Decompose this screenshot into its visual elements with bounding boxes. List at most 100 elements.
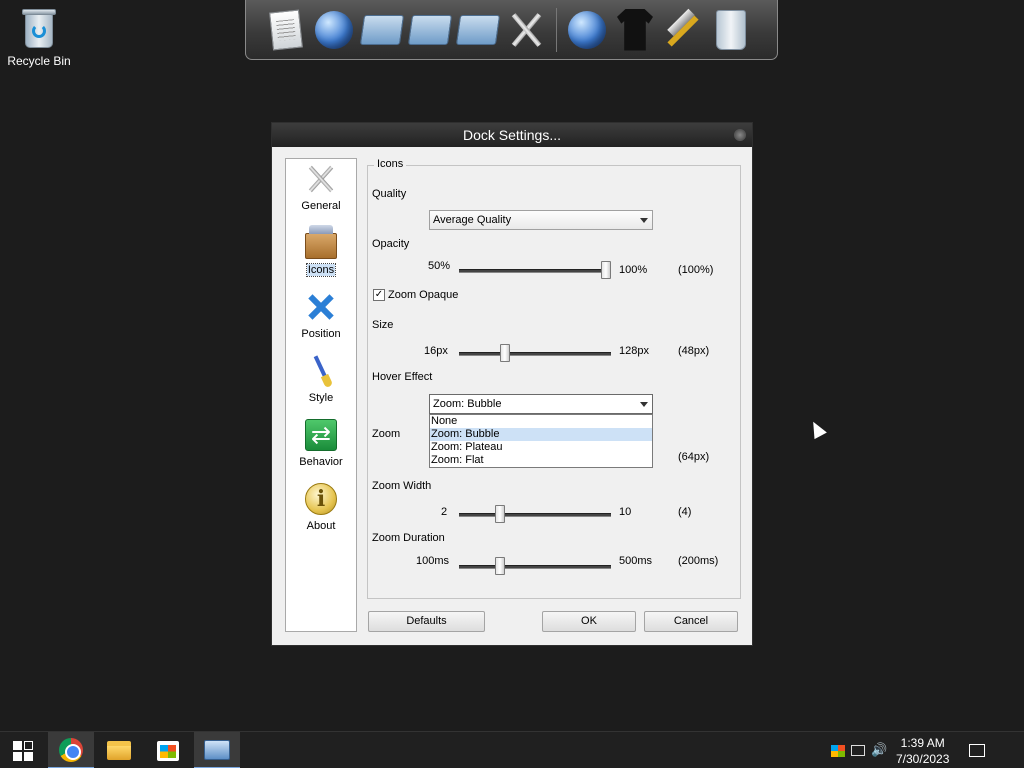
dock-settings-dialog: Dock Settings... General Icons Position … (271, 122, 753, 646)
globe-document-icon[interactable] (312, 5, 356, 55)
close-icon[interactable] (734, 129, 746, 141)
nav-item-general[interactable]: General (286, 159, 356, 223)
clock-time: 1:39 AM (900, 735, 945, 750)
hammer-icon[interactable] (661, 5, 705, 55)
defaults-button[interactable]: Defaults (368, 611, 485, 632)
size-max: 128px (619, 345, 649, 357)
zoom-width-slider-track[interactable] (459, 513, 611, 517)
settings-nav: General Icons Position Style Behavior Ab… (285, 158, 357, 632)
recycle-bin-dock-icon[interactable] (709, 5, 753, 55)
nav-label: Style (308, 392, 334, 404)
size-slider-thumb[interactable] (500, 344, 511, 362)
document-icon[interactable] (264, 5, 308, 55)
chrome-icon (59, 737, 83, 762)
paintbrush-icon (305, 355, 337, 387)
zoom-duration-label: Zoom Duration (372, 532, 445, 544)
remote-desktop-taskbar-button[interactable] (194, 732, 240, 768)
network-icon[interactable] (851, 745, 865, 756)
nav-item-behavior[interactable]: Behavior (286, 415, 356, 479)
clock[interactable]: 1:39 AM 7/30/2023 (896, 735, 949, 767)
hover-effect-value: Zoom: Bubble (433, 398, 502, 410)
size-label: Size (372, 319, 394, 331)
quality-select[interactable]: Average Quality (429, 210, 653, 230)
chrome-taskbar-button[interactable] (48, 732, 94, 768)
nav-label: Behavior (299, 456, 343, 468)
zoom-width-slider-thumb[interactable] (494, 505, 505, 523)
zoom-duration-current: (200ms) (678, 555, 719, 567)
nav-label: Position (301, 328, 341, 340)
tools-icon[interactable] (504, 5, 548, 55)
tshirt-icon[interactable] (613, 5, 657, 55)
zoom-current: (64px) (678, 451, 710, 463)
file-explorer-icon (107, 741, 131, 760)
clock-date: 7/30/2023 (896, 751, 950, 766)
recycle-bin-desktop-icon[interactable]: Recycle Bin (4, 6, 74, 68)
quality-value: Average Quality (433, 214, 512, 226)
music-folder-icon[interactable] (407, 5, 453, 55)
zoom-opaque-label: Zoom Opaque (388, 289, 459, 301)
nav-label: About (306, 520, 336, 532)
wrench-screwdriver-icon (305, 163, 337, 195)
arrows-cross-icon (305, 291, 337, 323)
nav-label: Icons (305, 263, 337, 277)
dropdown-option-zoom-plateau[interactable]: Zoom: Plateau (430, 441, 652, 454)
taskbar: 🔊 1:39 AM 7/30/2023 (0, 731, 1024, 768)
dock-bar (245, 0, 778, 60)
hover-effect-dropdown: None Zoom: Bubble Zoom: Plateau Zoom: Fl… (429, 414, 653, 468)
notifications-icon[interactable] (969, 744, 986, 757)
system-tray: 🔊 1:39 AM 7/30/2023 (828, 732, 986, 768)
remote-desktop-icon (204, 739, 230, 760)
opacity-min: 50% (428, 260, 451, 272)
internet-globe-icon[interactable] (565, 5, 609, 55)
dropdown-option-none[interactable]: None (430, 415, 652, 428)
zoom-duration-min: 100ms (416, 555, 450, 567)
nav-item-about[interactable]: About (286, 479, 356, 543)
checkmark-icon: ✓ (374, 289, 384, 300)
start-button[interactable] (0, 732, 46, 768)
zoom-label: Zoom (372, 428, 401, 440)
zoom-duration-slider-thumb[interactable] (494, 557, 505, 575)
hover-effect-label: Hover Effect (372, 371, 433, 383)
nav-item-position[interactable]: Position (286, 287, 356, 351)
size-current: (48px) (678, 345, 710, 357)
zoom-duration-max: 500ms (619, 555, 653, 567)
start-icon (13, 740, 33, 761)
folder-icon[interactable] (359, 5, 405, 55)
zoom-width-max: 10 (619, 506, 632, 518)
nav-label: General (301, 200, 341, 212)
box-icon (305, 225, 337, 259)
zoom-width-min: 2 (441, 506, 448, 518)
group-title: Icons (374, 158, 407, 170)
nav-item-style[interactable]: Style (286, 351, 356, 415)
size-min: 16px (424, 345, 448, 357)
cancel-button[interactable]: Cancel (644, 611, 738, 632)
quality-label: Quality (372, 188, 407, 200)
size-slider-track[interactable] (459, 352, 611, 356)
dialog-titlebar[interactable]: Dock Settings... (272, 123, 752, 147)
info-icon (305, 483, 337, 515)
mouse-cursor-icon (807, 418, 827, 440)
chevron-down-icon (640, 218, 648, 223)
zoom-width-current: (4) (678, 506, 692, 518)
volume-icon[interactable]: 🔊 (871, 743, 887, 758)
dropdown-option-zoom-bubble[interactable]: Zoom: Bubble (430, 428, 652, 441)
ok-button[interactable]: OK (542, 611, 636, 632)
pictures-folder-icon[interactable] (455, 5, 501, 55)
hover-effect-select[interactable]: Zoom: Bubble (429, 394, 653, 414)
nav-item-icons[interactable]: Icons (286, 223, 356, 287)
zoom-opaque-checkbox[interactable]: ✓ (373, 289, 385, 301)
flag-icon[interactable] (831, 744, 845, 757)
dialog-title: Dock Settings... (462, 127, 562, 143)
opacity-slider-thumb[interactable] (601, 261, 611, 279)
recycle-bin-label: Recycle Bin (7, 54, 71, 68)
arrows-swap-icon (305, 419, 337, 451)
opacity-slider-track[interactable] (459, 269, 611, 273)
store-taskbar-button[interactable] (145, 732, 191, 768)
zoom-width-label: Zoom Width (372, 480, 432, 492)
opacity-label: Opacity (372, 238, 410, 250)
zoom-duration-slider-track[interactable] (459, 565, 611, 569)
file-explorer-taskbar-button[interactable] (96, 732, 142, 768)
dropdown-option-zoom-flat[interactable]: Zoom: Flat (430, 454, 652, 467)
chevron-down-icon (640, 402, 648, 407)
recycle-bin-icon (19, 6, 59, 50)
